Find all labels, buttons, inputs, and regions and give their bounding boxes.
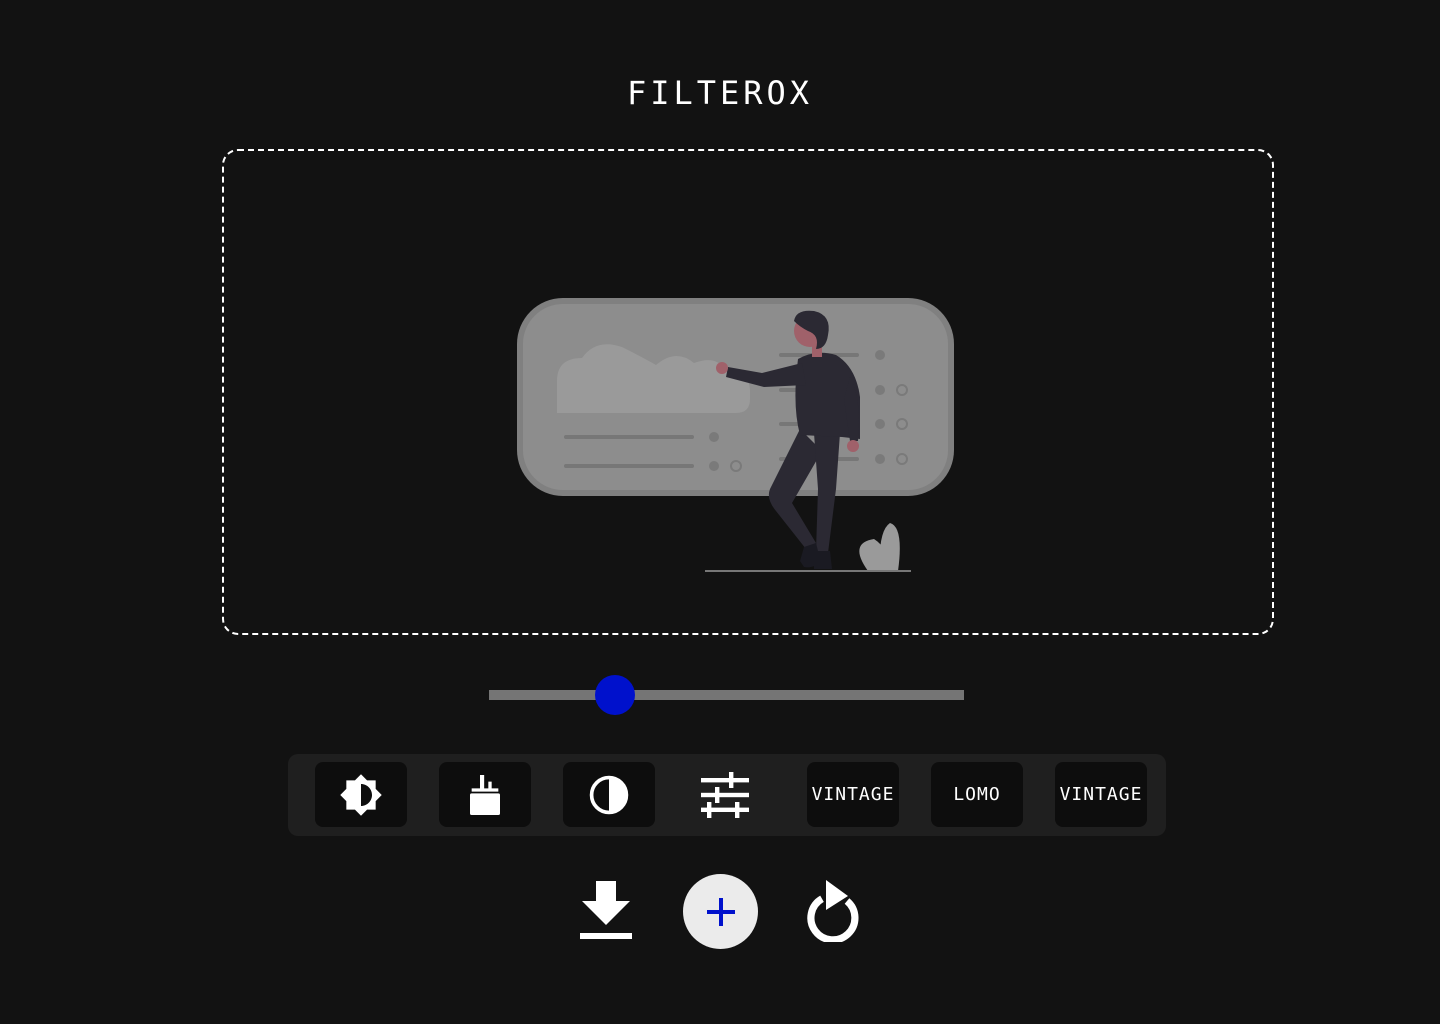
add-image-button[interactable] [683,874,758,949]
plus-icon [706,897,735,926]
download-icon [580,881,632,939]
filter-lomo-button[interactable]: LOMO [931,762,1023,827]
slider-thumb[interactable] [594,675,635,715]
download-button[interactable] [578,878,634,942]
refresh-icon [807,880,859,942]
sliders-icon [701,771,749,818]
filter-toolbar: VINTAGE LOMO VINTAGE [288,754,1166,836]
app-title: FILTEROX [626,74,814,112]
contrast-button[interactable] [563,762,655,827]
paint-bucket-button[interactable] [439,762,531,827]
filterox-app: FILTEROX VINTAGE LOMO VINTAGE [0,0,1440,1024]
placeholder-illustration [517,298,954,572]
filter-intensity-slider[interactable] [489,674,964,715]
brightness-icon [340,773,382,816]
filter-vintage-button[interactable]: VINTAGE [807,762,899,827]
brightness-button[interactable] [315,762,407,827]
slider-track[interactable] [489,690,964,700]
contrast-icon [589,775,629,814]
filter-vintage-button-2[interactable]: VINTAGE [1055,762,1147,827]
reset-button[interactable] [804,876,866,944]
paint-bucket-icon [470,774,500,815]
adjust-button[interactable] [679,762,771,827]
image-canvas[interactable] [222,149,1274,635]
